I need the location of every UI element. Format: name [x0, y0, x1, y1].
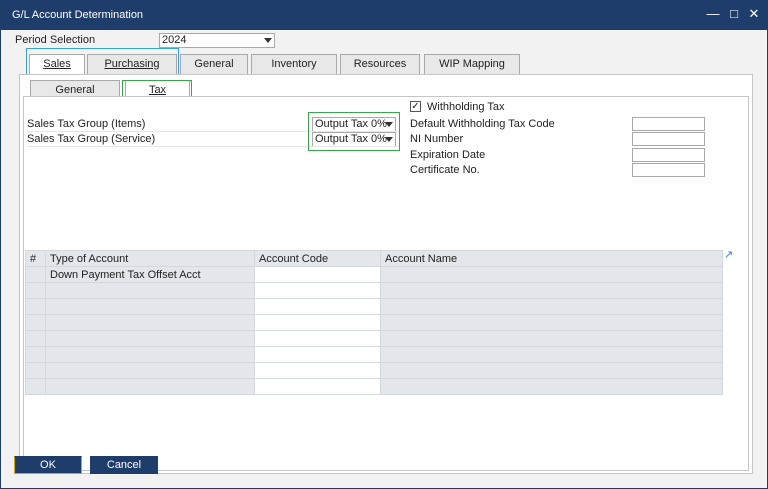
- sales-tax-items-value: Output Tax 0%: [315, 118, 387, 130]
- table-row: [25, 362, 723, 379]
- withholding-tax-label: Withholding Tax: [427, 101, 505, 113]
- window-title: G/L Account Determination: [12, 9, 144, 21]
- account-code-cell[interactable]: [254, 266, 381, 283]
- table-row: [25, 298, 723, 315]
- column-header-number: #: [25, 250, 46, 267]
- divider: [27, 146, 399, 147]
- column-header-type: Type of Account: [45, 250, 255, 267]
- table-row: [25, 282, 723, 299]
- chevron-down-icon: [385, 137, 393, 142]
- sales-tax-service-value: Output Tax 0%: [315, 133, 387, 145]
- expand-table-icon[interactable]: ↗: [724, 250, 735, 261]
- certificate-no-field[interactable]: [632, 163, 705, 177]
- type-cell: Down Payment Tax Offset Acct: [45, 266, 255, 283]
- tab-sales[interactable]: Sales: [29, 54, 85, 74]
- dialog-body: Period Selection 2024 Sales Purchasing G…: [0, 30, 768, 489]
- table-row: [25, 378, 723, 395]
- chevron-down-icon: [264, 38, 272, 43]
- sales-tax-service-label: Sales Tax Group (Service): [27, 133, 156, 145]
- table-row: [25, 346, 723, 363]
- certificate-no-label: Certificate No.: [410, 164, 480, 176]
- sales-tax-items-dropdown[interactable]: Output Tax 0%: [312, 117, 396, 132]
- tab-general[interactable]: General: [180, 54, 248, 74]
- ni-number-label: NI Number: [410, 133, 464, 145]
- minimize-icon[interactable]: —: [705, 6, 721, 22]
- period-selection-label: Period Selection: [15, 34, 96, 46]
- tab-purchasing[interactable]: Purchasing: [87, 54, 177, 74]
- default-withholding-tax-code-field[interactable]: [632, 117, 705, 131]
- column-header-code: Account Code: [254, 250, 381, 267]
- table-row: [25, 314, 723, 331]
- column-header-name: Account Name: [380, 250, 723, 267]
- account-table: # Type of Account Account Code Account N…: [25, 250, 723, 395]
- table-row: [25, 330, 723, 347]
- table-header-row: # Type of Account Account Code Account N…: [25, 250, 723, 267]
- expiration-date-label: Expiration Date: [410, 149, 486, 161]
- withholding-tax-checkbox[interactable]: ✓: [410, 101, 421, 112]
- default-withholding-tax-code-label: Default Withholding Tax Code: [410, 118, 555, 130]
- row-number-cell: [25, 266, 46, 283]
- close-icon[interactable]: ✕: [746, 6, 762, 22]
- expiration-date-field[interactable]: [632, 148, 705, 162]
- tab-inventory[interactable]: Inventory: [251, 54, 337, 74]
- table-row[interactable]: Down Payment Tax Offset Acct: [25, 266, 723, 283]
- chevron-down-icon: [385, 122, 393, 127]
- account-name-cell: [380, 266, 723, 283]
- tab-wip-mapping[interactable]: WIP Mapping: [424, 54, 520, 74]
- sales-tax-service-dropdown[interactable]: Output Tax 0%: [312, 132, 396, 147]
- title-bar: G/L Account Determination — □ ✕: [0, 0, 768, 30]
- ok-button[interactable]: OK: [14, 456, 82, 474]
- period-selection-value: 2024: [162, 34, 187, 46]
- maximize-icon[interactable]: □: [726, 6, 742, 22]
- sales-tax-items-label: Sales Tax Group (Items): [27, 118, 146, 130]
- tab-resources[interactable]: Resources: [340, 54, 420, 74]
- cancel-button[interactable]: Cancel: [90, 456, 158, 474]
- ni-number-field[interactable]: [632, 132, 705, 146]
- period-selection-dropdown[interactable]: 2024: [159, 33, 275, 48]
